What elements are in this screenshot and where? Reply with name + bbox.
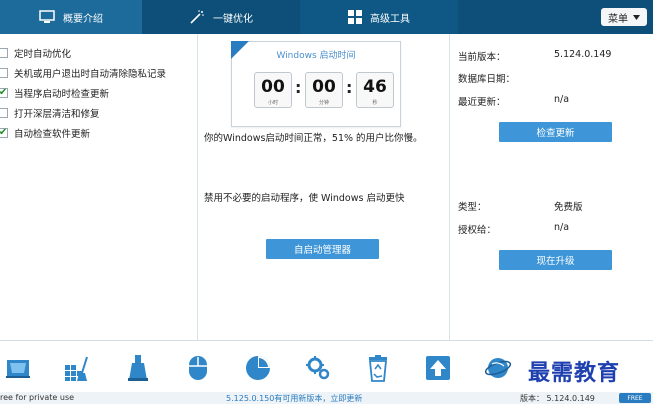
checkbox[interactable] <box>0 48 8 58</box>
colon-separator: : <box>346 78 353 97</box>
startup-manager-button[interactable]: 自启动管理器 <box>266 239 379 259</box>
checkbox-checked[interactable]: ✔ <box>0 128 8 138</box>
last-update-label: 最近更新： <box>458 97 506 108</box>
boot-timer-title: Windows 启动时间 <box>276 51 356 61</box>
disk-cleaner-icon[interactable] <box>3 353 33 383</box>
checkbox-checked[interactable]: ✔ <box>0 88 8 98</box>
free-badge: FREE <box>619 393 651 403</box>
magic-wand-icon <box>189 10 205 24</box>
checkbox[interactable] <box>0 108 8 118</box>
tab-one-click-optimize[interactable]: 一键优化 <box>142 0 300 34</box>
registry-cleaner-icon[interactable] <box>62 353 92 383</box>
seconds-value: 46 <box>363 77 387 97</box>
seconds-unit: 秒 <box>372 100 378 106</box>
tab-label: 高级工具 <box>370 13 410 25</box>
current-version-value: 5.124.0.149 <box>554 49 612 60</box>
status-bar: ree for private use 5.125.0.150有可用新版本，立即… <box>0 392 653 404</box>
hours-value: 00 <box>261 77 285 97</box>
licensed-to-row: 授权给： n/a <box>458 222 648 236</box>
minutes-box: 00 分钟 <box>305 72 343 108</box>
tab-advanced-tools[interactable]: 高级工具 <box>300 0 458 34</box>
watermark-logo: 最需教育 <box>528 360 621 386</box>
license-type-label: 类型： <box>458 202 487 213</box>
seconds-box: 46 秒 <box>356 72 394 108</box>
version-status: 版本： 5.124.0.149 <box>520 393 595 404</box>
tab-label: 概要介绍 <box>63 13 103 25</box>
hours-box: 00 小时 <box>254 72 292 108</box>
option-scheduled-optimize[interactable]: 定时自动优化 <box>0 46 71 60</box>
new-version-link[interactable]: 5.125.0.150有可用新版本，立即更新 <box>226 393 362 404</box>
current-version-row: 当前版本： 5.124.0.149 <box>458 49 648 63</box>
last-update-row: 最近更新： n/a <box>458 94 648 108</box>
version-label: 版本： <box>520 394 544 403</box>
license-type-row: 类型： 免费版 <box>458 199 648 213</box>
disk-analyzer-icon[interactable] <box>243 353 273 383</box>
upgrade-now-button[interactable]: 现在升级 <box>499 250 612 270</box>
boot-time-panel: Windows 启动时间 00 小时 : 00 分钟 : 46 秒 你的Wind… <box>198 34 450 340</box>
minutes-value: 00 <box>312 77 336 97</box>
options-panel: 定时自动优化 关机或用户退出时自动清除隐私记录 ✔ 当程序启动时检查更新 打开深… <box>0 34 198 340</box>
version-info-panel: 当前版本： 5.124.0.149 数据库日期： 最近更新： n/a 检查更新 … <box>450 34 653 340</box>
menu-button[interactable]: 菜单 <box>601 8 647 26</box>
boot-time-message: 你的Windows启动时间正常，51% 的用户比你慢。 <box>204 133 423 144</box>
settings-icon[interactable] <box>303 353 333 383</box>
startup-tip: 禁用不必要的启动程序，使 Windows 启动更快 <box>204 193 405 204</box>
option-deep-clean-repair[interactable]: 打开深层清洁和修复 <box>0 106 100 120</box>
top-tab-bar: 概要介绍 一键优化 高级工具 菜单 <box>0 0 653 34</box>
menu-label: 菜单 <box>608 13 628 25</box>
grid-icon <box>348 10 362 24</box>
option-label: 关机或用户退出时自动清除隐私记录 <box>14 69 167 80</box>
boot-timer-card: Windows 启动时间 00 小时 : 00 分钟 : 46 秒 <box>231 41 401 127</box>
minutes-unit: 分钟 <box>318 100 329 106</box>
upload-icon[interactable] <box>423 353 453 383</box>
internet-icon[interactable] <box>483 353 513 383</box>
license-note: ree for private use <box>0 393 75 402</box>
mouse-icon[interactable] <box>183 353 213 383</box>
current-version-label: 当前版本： <box>458 52 506 63</box>
licensed-to-value: n/a <box>554 222 570 233</box>
license-type-value: 免费版 <box>554 202 583 213</box>
option-label: 打开深层清洁和修复 <box>14 109 100 120</box>
disk-wipe-icon[interactable] <box>123 353 153 383</box>
option-clear-privacy-on-exit[interactable]: 关机或用户退出时自动清除隐私记录 <box>0 66 166 80</box>
recycle-bin-icon[interactable] <box>363 353 393 383</box>
tab-label: 一键优化 <box>213 13 253 25</box>
colon-separator: : <box>295 78 302 97</box>
monitor-icon <box>39 10 55 24</box>
version-value: 5.124.0.149 <box>546 394 595 403</box>
licensed-to-label: 授权给： <box>458 225 497 236</box>
last-update-value: n/a <box>554 94 570 105</box>
checkbox[interactable] <box>0 68 8 78</box>
database-date-label: 数据库日期： <box>458 74 516 85</box>
option-label: 自动检查软件更新 <box>14 129 91 140</box>
option-check-update-on-start[interactable]: ✔ 当程序启动时检查更新 <box>0 86 109 100</box>
hours-unit: 小时 <box>267 100 278 106</box>
option-auto-check-software-update[interactable]: ✔ 自动检查软件更新 <box>0 126 90 140</box>
check-update-button[interactable]: 检查更新 <box>499 122 612 142</box>
option-label: 当程序启动时检查更新 <box>14 89 110 100</box>
tab-overview[interactable]: 概要介绍 <box>0 0 142 34</box>
chevron-down-icon <box>633 12 640 23</box>
database-date-row: 数据库日期： <box>458 71 648 85</box>
option-label: 定时自动优化 <box>14 49 72 60</box>
